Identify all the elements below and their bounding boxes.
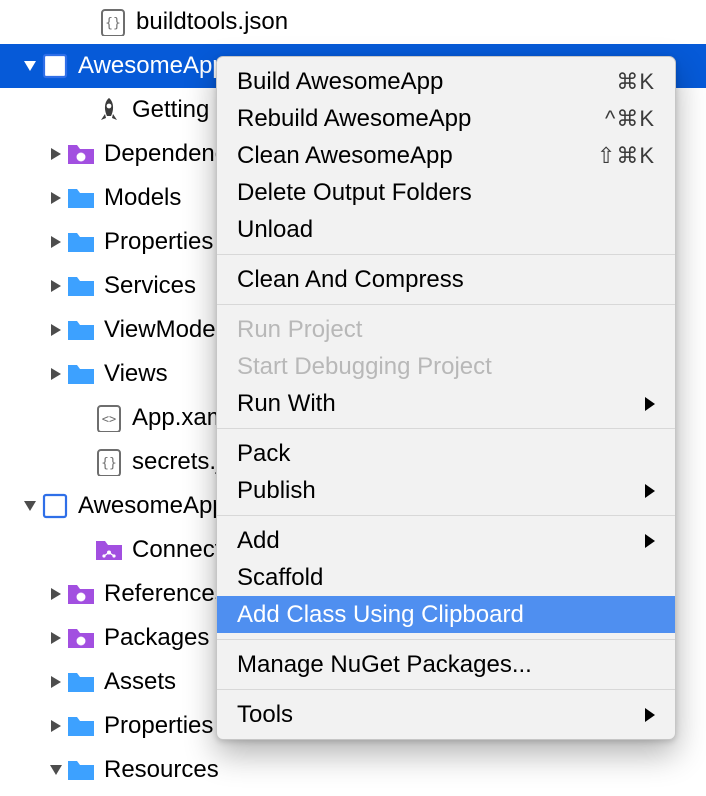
- menu-item[interactable]: Publish: [217, 472, 675, 509]
- menu-item[interactable]: Manage NuGet Packages...: [217, 646, 675, 683]
- menu-item-label: Build AwesomeApp: [237, 68, 616, 96]
- menu-item[interactable]: Pack: [217, 435, 675, 472]
- tree-item-label: Properties: [102, 714, 213, 738]
- pkg-icon: [66, 139, 96, 169]
- menu-shortcut: ^⌘K: [605, 106, 655, 132]
- menu-item-label: Start Debugging Project: [237, 353, 655, 381]
- chevron-down-icon[interactable]: [20, 501, 40, 511]
- tree-item-label: AwesomeApp: [76, 54, 226, 78]
- menu-item[interactable]: Rebuild AwesomeApp^⌘K: [217, 100, 675, 137]
- proj-icon: [40, 491, 70, 521]
- folder-icon: [66, 227, 96, 257]
- menu-item[interactable]: Run With: [217, 385, 675, 422]
- chevron-right-icon[interactable]: [46, 324, 66, 336]
- pkg-icon: [66, 623, 96, 653]
- chevron-down-icon[interactable]: [20, 61, 40, 71]
- chevron-right-icon[interactable]: [46, 280, 66, 292]
- menu-item[interactable]: Add Class Using Clipboard: [217, 596, 675, 633]
- menu-item-label: Publish: [237, 477, 637, 505]
- menu-item-label: Scaffold: [237, 564, 655, 592]
- menu-separator: [217, 689, 675, 690]
- menu-item-label: Clean And Compress: [237, 266, 655, 294]
- menu-item-label: Unload: [237, 216, 655, 244]
- menu-separator: [217, 515, 675, 516]
- tree-item-label: Properties: [102, 230, 213, 254]
- menu-item[interactable]: Add: [217, 522, 675, 559]
- menu-item: Run Project: [217, 311, 675, 348]
- menu-item-label: Tools: [237, 701, 637, 729]
- tree-item-label: Resources: [102, 758, 219, 782]
- folder-icon: [66, 315, 96, 345]
- menu-item[interactable]: Build AwesomeApp⌘K: [217, 63, 675, 100]
- menu-item[interactable]: Scaffold: [217, 559, 675, 596]
- chevron-right-icon[interactable]: [46, 588, 66, 600]
- json-icon: [94, 447, 124, 477]
- menu-item-label: Add: [237, 527, 637, 555]
- json-icon: [98, 7, 128, 37]
- menu-item-label: Add Class Using Clipboard: [237, 601, 655, 629]
- tree-item-label: Services: [102, 274, 196, 298]
- submenu-arrow-icon: [637, 484, 655, 498]
- menu-shortcut: ⇧⌘K: [597, 143, 655, 169]
- tree-item-label: Models: [102, 186, 181, 210]
- tree-item-label: References: [102, 582, 227, 606]
- menu-item[interactable]: Clean AwesomeApp⇧⌘K: [217, 137, 675, 174]
- conn-icon: [94, 535, 124, 565]
- menu-item-label: Run Project: [237, 316, 655, 344]
- menu-separator: [217, 254, 675, 255]
- proj-icon: [40, 51, 70, 81]
- menu-item-label: Run With: [237, 390, 637, 418]
- menu-item-label: Rebuild AwesomeApp: [237, 105, 605, 133]
- menu-separator: [217, 639, 675, 640]
- submenu-arrow-icon: [637, 708, 655, 722]
- folder-icon: [66, 359, 96, 389]
- menu-item: Start Debugging Project: [217, 348, 675, 385]
- chevron-down-icon[interactable]: [46, 765, 66, 775]
- tree-item-label: ViewModels: [102, 318, 233, 342]
- pkg-icon: [66, 579, 96, 609]
- menu-item[interactable]: Tools: [217, 696, 675, 733]
- folder-icon: [66, 183, 96, 213]
- folder-icon: [66, 271, 96, 301]
- chevron-right-icon[interactable]: [46, 676, 66, 688]
- tree-row[interactable]: buildtools.json: [0, 0, 706, 44]
- rocket-icon: [94, 95, 124, 125]
- tree-row[interactable]: Resources: [0, 748, 706, 792]
- chevron-right-icon[interactable]: [46, 148, 66, 160]
- menu-separator: [217, 304, 675, 305]
- menu-item[interactable]: Unload: [217, 211, 675, 248]
- tree-item-label: Assets: [102, 670, 176, 694]
- tree-item-label: buildtools.json: [134, 10, 288, 34]
- chevron-right-icon[interactable]: [46, 632, 66, 644]
- folder-icon: [66, 667, 96, 697]
- menu-item[interactable]: Delete Output Folders: [217, 174, 675, 211]
- menu-item-label: Clean AwesomeApp: [237, 142, 597, 170]
- chevron-right-icon[interactable]: [46, 368, 66, 380]
- menu-item-label: Manage NuGet Packages...: [237, 651, 655, 679]
- xaml-icon: [94, 403, 124, 433]
- chevron-right-icon[interactable]: [46, 236, 66, 248]
- menu-item-label: Delete Output Folders: [237, 179, 655, 207]
- submenu-arrow-icon: [637, 397, 655, 411]
- menu-separator: [217, 428, 675, 429]
- tree-item-label: Views: [102, 362, 168, 386]
- menu-shortcut: ⌘K: [616, 69, 655, 95]
- submenu-arrow-icon: [637, 534, 655, 548]
- tree-item-label: Packages: [102, 626, 209, 650]
- menu-item[interactable]: Clean And Compress: [217, 261, 675, 298]
- context-menu[interactable]: Build AwesomeApp⌘KRebuild AwesomeApp^⌘KC…: [216, 56, 676, 740]
- folder-icon: [66, 711, 96, 741]
- chevron-right-icon[interactable]: [46, 720, 66, 732]
- chevron-right-icon[interactable]: [46, 192, 66, 204]
- folder-icon: [66, 755, 96, 785]
- menu-item-label: Pack: [237, 440, 655, 468]
